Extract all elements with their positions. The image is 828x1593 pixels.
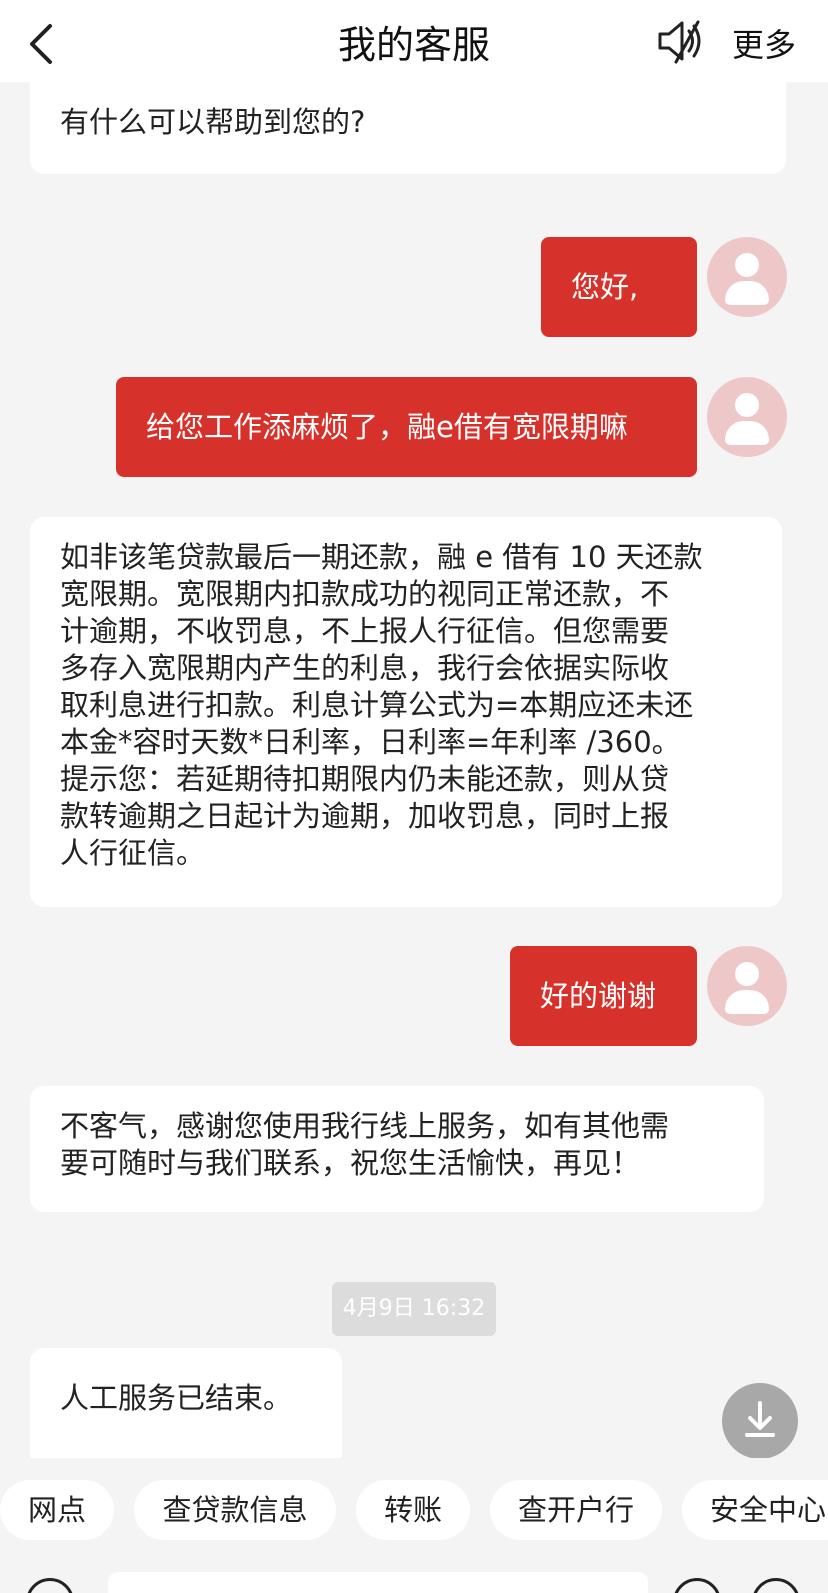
- user-avatar[interactable]: [707, 237, 787, 317]
- message-line: 要可随时与我们联系，祝您生活愉快，再见！: [60, 1146, 641, 1180]
- quick-action-chip[interactable]: 查贷款信息: [134, 1480, 336, 1540]
- emoji-icon[interactable]: [673, 1578, 721, 1593]
- agent-message: 不客气，感谢您使用我行线上服务，如有其他需 要可随时与我们联系，祝您生活愉快，再…: [30, 1086, 764, 1212]
- message-timestamp: 4月9日 16:32: [332, 1282, 496, 1336]
- quick-action-chip[interactable]: 转账: [356, 1480, 470, 1540]
- message-text: 您好,: [571, 270, 639, 304]
- agent-message: 人工服务已结束。: [30, 1348, 342, 1458]
- user-message: 您好,: [541, 237, 697, 337]
- user-avatar[interactable]: [707, 946, 787, 1026]
- more-button[interactable]: 更多: [732, 20, 796, 66]
- message-line: 款转逾期之日起计为逾期，加收罚息，同时上报: [60, 799, 670, 833]
- message-text: 有什么可以帮助到您的?: [60, 105, 366, 139]
- quick-action-chip[interactable]: 安全中心: [682, 1480, 828, 1540]
- message-line: 人行征信。: [60, 836, 206, 870]
- top-bar: 我的客服 更多: [0, 0, 828, 82]
- user-avatar[interactable]: [707, 377, 787, 457]
- message-input[interactable]: [108, 1572, 648, 1593]
- chat-area[interactable]: 有什么可以帮助到您的? 您好, 给您工作添麻烦了，融e借有宽限期嘛 如非该笔贷款…: [0, 0, 828, 1458]
- avatar-head: [735, 962, 759, 986]
- agent-message: 如非该笔贷款最后一期还款，融 e 借有 10 天还款 宽限期。宽限期内扣款成功的…: [30, 517, 782, 907]
- message-line: 提示您：若延期待扣期限内仍未能还款，则从贷: [60, 762, 670, 796]
- speaker-muted-icon[interactable]: [656, 18, 706, 64]
- message-line: 计逾期，不收罚息，不上报人行征信。但您需要: [60, 614, 670, 648]
- message-text: 好的谢谢: [540, 979, 657, 1013]
- user-message: 给您工作添麻烦了，融e借有宽限期嘛: [116, 377, 697, 477]
- scroll-to-bottom-icon[interactable]: [722, 1383, 798, 1458]
- input-bar: [0, 1560, 828, 1593]
- message-line: 取利息进行扣款。利息计算公式为=本期应还未还: [60, 688, 694, 722]
- message-line: 本金*容时天数*日利率，日利率=年利率 /360。: [60, 725, 681, 759]
- add-icon[interactable]: [752, 1578, 800, 1593]
- avatar-body: [725, 421, 769, 445]
- message-line: 多存入宽限期内产生的利息，我行会依据实际收: [60, 651, 670, 685]
- quick-actions-bar: 网点 查贷款信息 转账 查开户行 安全中心: [0, 1460, 828, 1556]
- avatar-body: [725, 281, 769, 305]
- avatar-body: [725, 990, 769, 1014]
- avatar-head: [735, 253, 759, 277]
- quick-action-chip[interactable]: 网点: [0, 1480, 114, 1540]
- message-line: 如非该笔贷款最后一期还款，融 e 借有 10 天还款: [60, 540, 703, 574]
- message-text: 给您工作添麻烦了，融e借有宽限期嘛: [146, 410, 628, 444]
- message-line: 宽限期。宽限期内扣款成功的视同正常还款，不: [60, 577, 670, 611]
- voice-icon[interactable]: [26, 1578, 74, 1593]
- message-text: 人工服务已结束。: [60, 1381, 293, 1415]
- message-line: 不客气，感谢您使用我行线上服务，如有其他需: [60, 1109, 670, 1143]
- quick-action-chip[interactable]: 查开户行: [490, 1480, 662, 1540]
- user-message: 好的谢谢: [510, 946, 697, 1046]
- avatar-head: [735, 393, 759, 417]
